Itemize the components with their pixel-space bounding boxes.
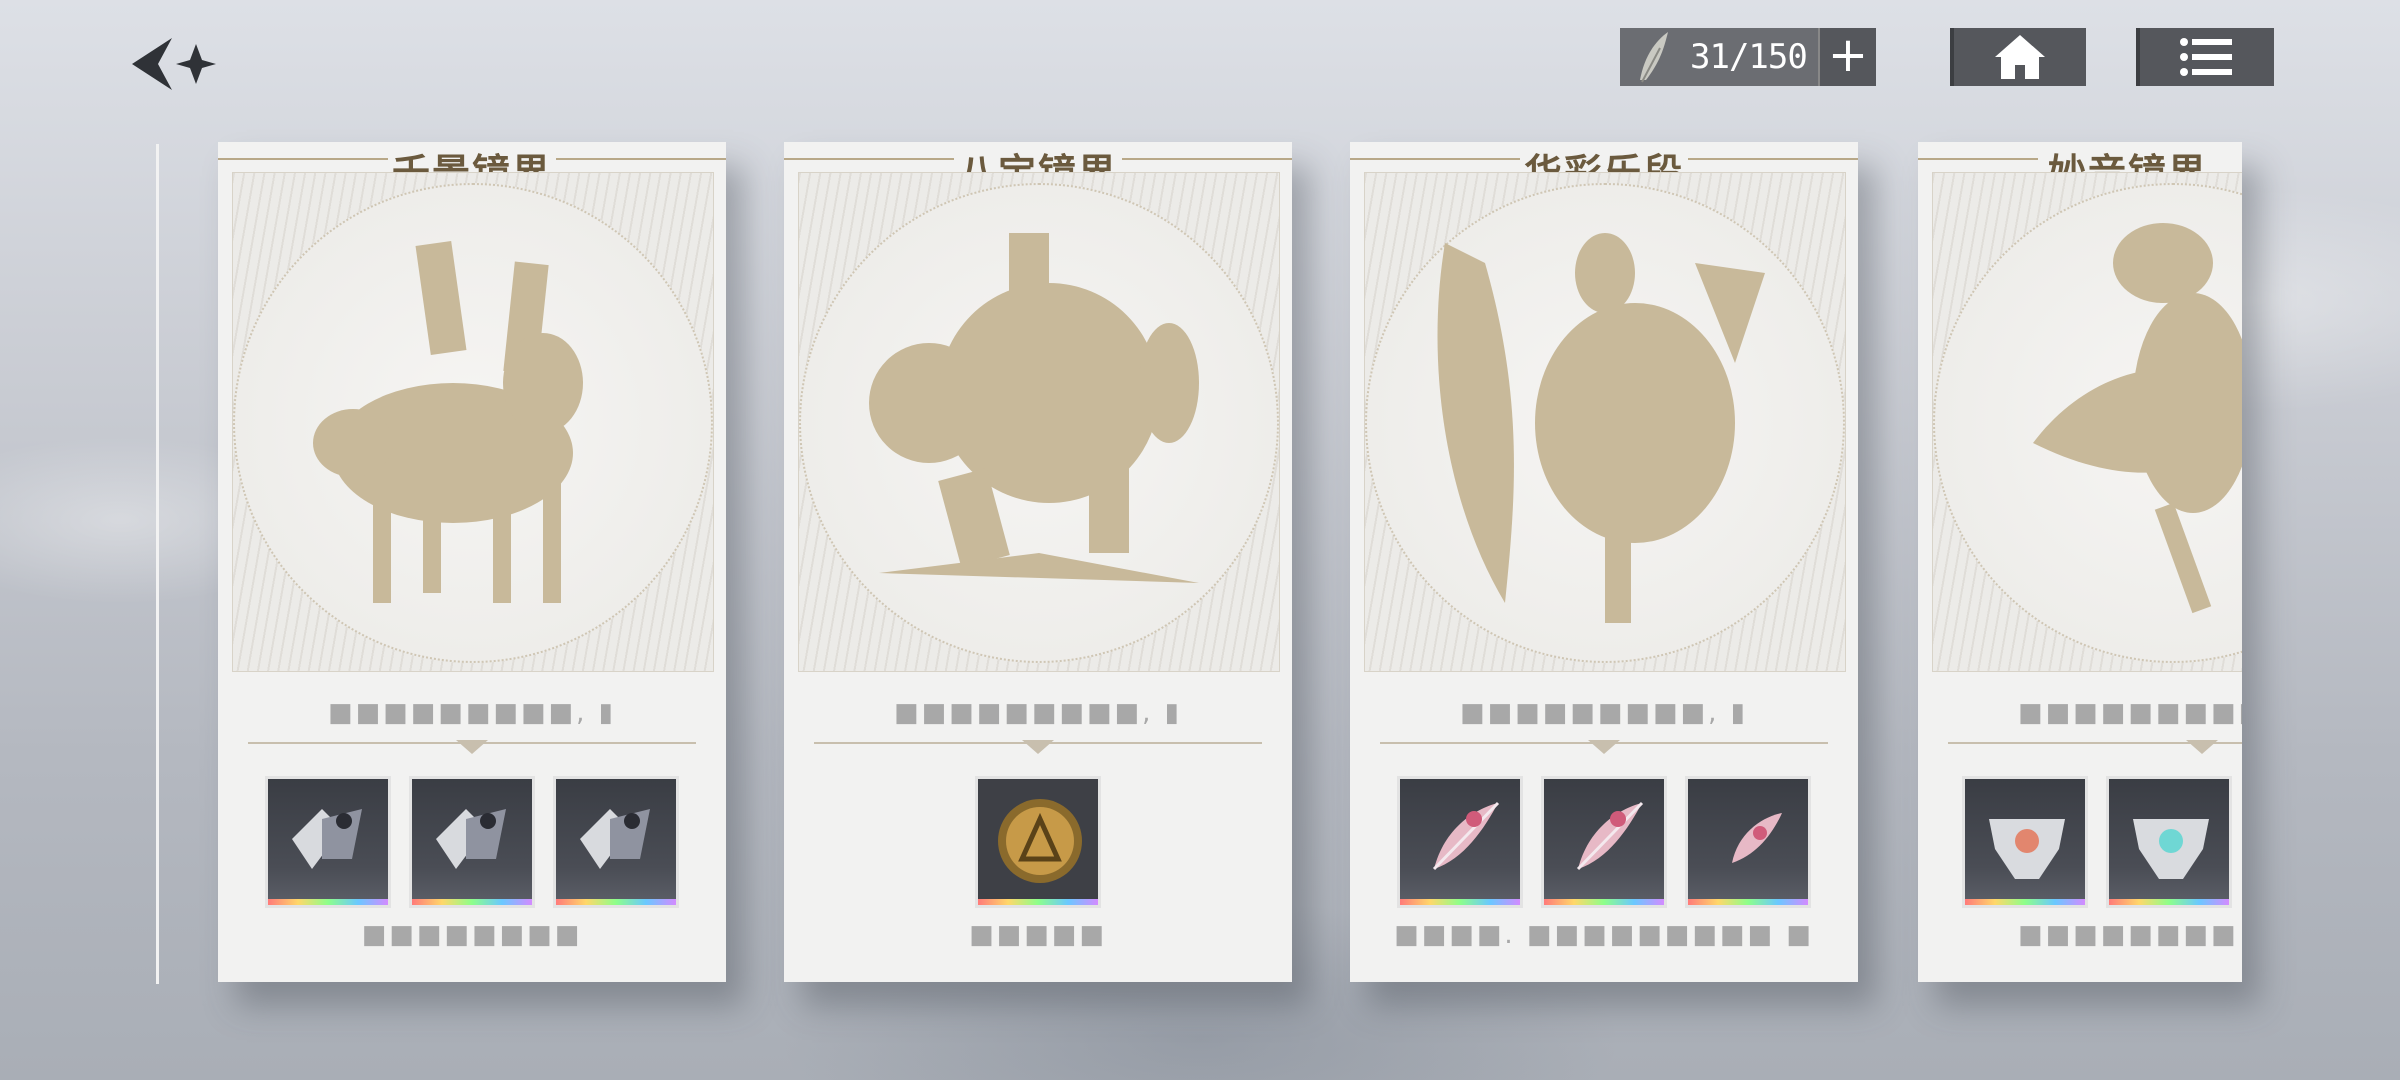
reward-item[interactable] (1397, 776, 1523, 908)
qilin-silhouette-icon (313, 241, 583, 603)
reward-item[interactable] (1962, 776, 2088, 908)
reward-caption: ■■■■■■■■ (2018, 920, 2239, 950)
reward-item[interactable] (1685, 776, 1811, 908)
beast-silhouette-icon (869, 233, 1199, 583)
reward-item[interactable] (1541, 776, 1667, 908)
reward-list (218, 776, 726, 908)
feather-icon (1640, 32, 1668, 83)
pink-feather-icon (1432, 801, 1500, 871)
card-artwork (798, 172, 1280, 672)
progress-text: ■■■■■■■■■ (2018, 698, 2242, 728)
add-stamina-button[interactable]: + (1818, 28, 1876, 86)
reward-list (1962, 776, 2242, 908)
list-menu-icon (2180, 38, 2232, 76)
shard-item-icon (292, 809, 362, 869)
card-artwork (1932, 172, 2242, 672)
shard-item-icon (436, 809, 506, 869)
progress-text: ■■■■■■■■■, ▮ (1460, 698, 1748, 728)
reward-caption: ■■■■■ (969, 920, 1107, 950)
card-artwork (232, 172, 714, 672)
divider (248, 740, 696, 754)
reward-list (784, 776, 1292, 908)
progress-text: ■■■■■■■■■, ▮ (894, 698, 1182, 728)
divider (1948, 740, 2242, 754)
performer-silhouette-icon (2033, 223, 2242, 614)
shard-item-icon (580, 809, 650, 869)
stamina-counter: 31/150 + (1620, 28, 1876, 86)
card-artwork (1364, 172, 1846, 672)
stamina-value: 31/150 (1690, 37, 1808, 77)
home-button[interactable] (1950, 28, 2086, 86)
back-arrow-icon (132, 38, 216, 90)
reward-item[interactable] (409, 776, 535, 908)
realm-card-1[interactable]: 千景镜界 ■■■■■■■■■, ▮ (218, 142, 726, 982)
crystal-mask-icon (1989, 819, 2065, 879)
reward-item[interactable] (975, 776, 1101, 908)
realm-card-2[interactable]: 八宝镜界 ■■■■■■■■■, ▮ ■■■■■ (784, 142, 1292, 982)
reward-caption: ■■■■. ■■■■■■■■■ ■ (1394, 920, 1814, 950)
divider (814, 740, 1262, 754)
back-button[interactable] (128, 36, 218, 92)
home-icon (1995, 35, 2045, 79)
gold-coin-icon (998, 799, 1082, 883)
reward-item[interactable] (2106, 776, 2232, 908)
reward-list (1350, 776, 1858, 908)
realm-card-3[interactable]: 华彩乐段 ■■■■■■■■■, ▮ (1350, 142, 1858, 982)
reward-item[interactable] (265, 776, 391, 908)
reward-caption: ■■■■■■■■ (361, 920, 583, 950)
realm-card-4[interactable]: 妙音镜界 ■■■■■■■■■ ■■■■■■■■ (1918, 142, 2242, 982)
reward-item[interactable] (553, 776, 679, 908)
pink-feather-icon (1576, 801, 1644, 871)
progress-text: ■■■■■■■■■, ▮ (328, 698, 616, 728)
phoenix-silhouette-icon (1437, 233, 1765, 623)
divider (1380, 740, 1828, 754)
crystal-mask-icon (2133, 819, 2209, 879)
menu-button[interactable] (2136, 28, 2274, 86)
left-divider (156, 144, 159, 984)
pink-feather-icon (1732, 813, 1782, 863)
